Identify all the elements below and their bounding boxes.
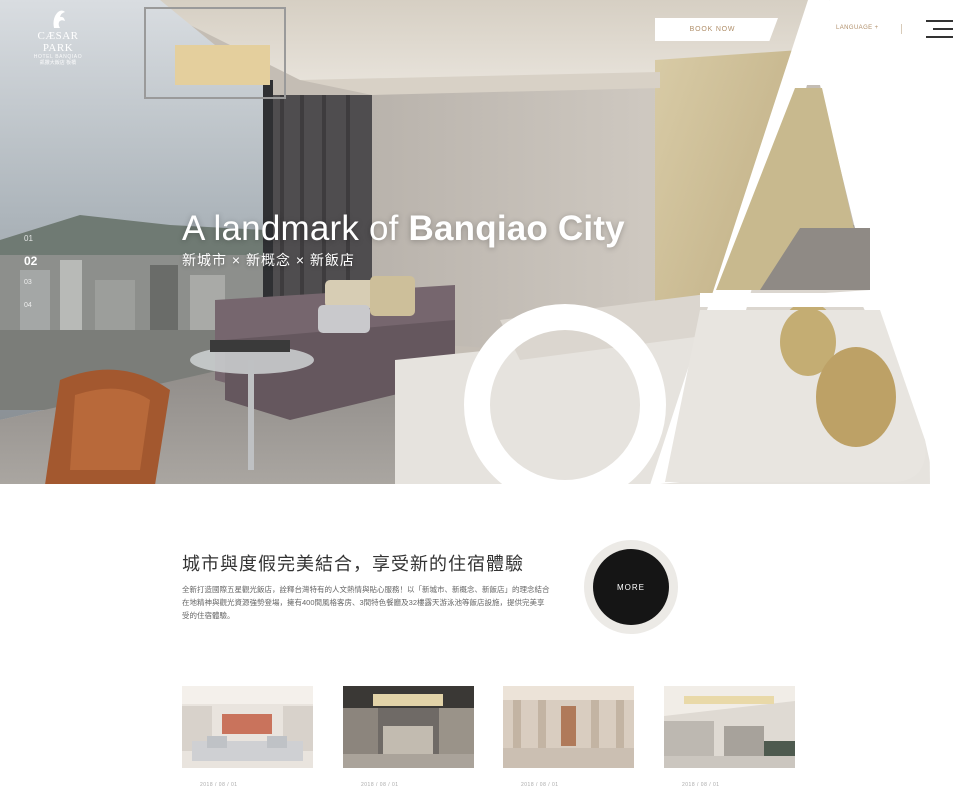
hall-photo [503,686,634,768]
gallery-date-1: 2018 / 08 / 01 [200,782,238,788]
gallery-thumb-lounge[interactable] [182,686,313,768]
hero-subtitle: 新城市 × 新概念 × 新飯店 [182,252,355,268]
book-now-button[interactable]: BOOK NOW [655,18,778,41]
language-selector[interactable]: LANGUAGE + [836,25,879,31]
brand-logo[interactable]: CÆSAR PARK HOTEL BANQIAO 凱撒大飯店 板橋 [22,8,94,66]
hamburger-menu-icon[interactable] [926,19,953,39]
intro-heading: 城市與度假完美結合，享受新的住宿體驗 [182,554,524,574]
gallery-thumb-restaurant[interactable] [664,686,795,768]
header-divider [901,24,902,34]
slide-dot-1[interactable]: 01 [24,234,33,243]
slide-dot-3[interactable]: 03 [24,279,32,286]
logo-name: CÆSAR PARK [37,30,79,54]
gallery-thumb-lobby[interactable] [343,686,474,768]
hero-banner: CÆSAR PARK HOTEL BANQIAO 凱撒大飯店 板橋 BOOK N… [0,0,978,485]
logo-chinese: 凱撒大飯店 板橋 [39,60,77,66]
gallery-thumb-hall[interactable] [503,686,634,768]
gallery-date-2: 2018 / 08 / 01 [361,782,399,788]
slide-dot-2-active[interactable]: 02 [24,254,37,268]
hero-title-bold: Banqiao City [408,209,625,248]
gallery-date-3: 2018 / 08 / 01 [521,782,559,788]
restaurant-photo [664,686,795,768]
more-button[interactable]: MORE [593,549,669,625]
horse-logo-icon [53,10,65,28]
slide-dot-4[interactable]: 04 [24,302,32,309]
intro-paragraph: 全新打造國際五星觀光飯店，詮釋台灣特有的人文熱情與貼心服務！以「新城市、新概念、… [182,585,550,620]
lobby-photo [343,686,474,768]
lounge-photo [182,686,313,768]
hero-title: A landmark of Banqiao City [182,209,625,249]
gallery-date-4: 2018 / 08 / 01 [682,782,720,788]
hero-title-light: A landmark of [182,209,409,248]
